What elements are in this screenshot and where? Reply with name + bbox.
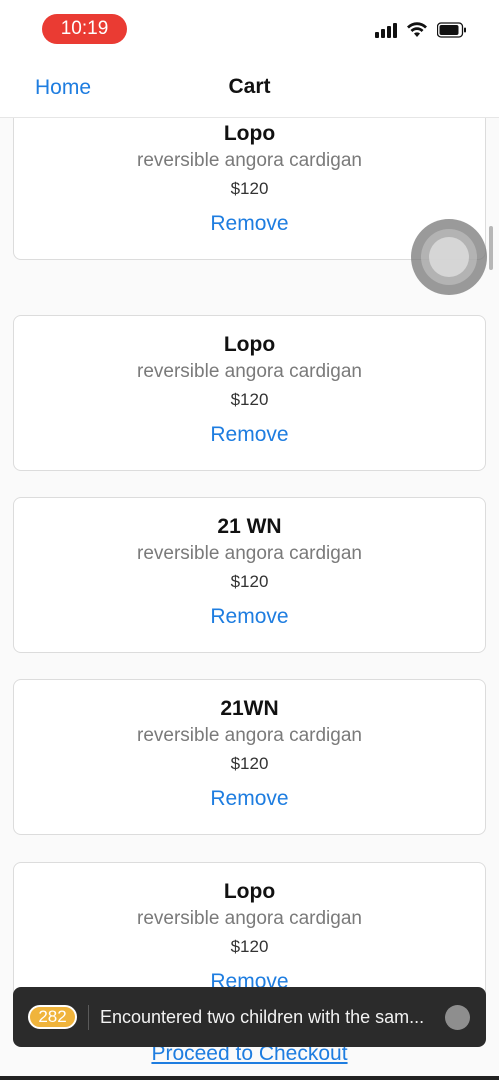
cart-item: 21 WN reversible angora cardigan $120 Re… <box>13 497 486 653</box>
screen: 10:19 Home Cart Lopo reversible angora c… <box>0 0 499 1080</box>
remove-button[interactable]: Remove <box>14 423 485 447</box>
item-price: $120 <box>230 937 269 956</box>
item-description: reversible angora cardigan <box>137 908 362 929</box>
assistive-touch-button[interactable] <box>411 219 487 295</box>
item-brand: Lopo <box>223 880 276 903</box>
item-price: $120 <box>230 390 269 409</box>
item-description: reversible angora cardigan <box>137 150 362 171</box>
status-bar: 10:19 <box>0 0 499 58</box>
warning-count-badge: 282 <box>28 1005 77 1029</box>
warning-toast[interactable]: 282 Encountered two children with the sa… <box>13 987 486 1047</box>
cart-item: Lopo reversible angora cardigan $120 Rem… <box>13 315 486 471</box>
status-time: 10:19 <box>42 14 127 44</box>
status-icons <box>375 22 467 38</box>
item-description: reversible angora cardigan <box>137 725 362 746</box>
item-description: reversible angora cardigan <box>137 543 362 564</box>
remove-button[interactable]: Remove <box>14 605 485 629</box>
remove-button[interactable]: Remove <box>14 212 485 236</box>
page-title: Cart <box>228 75 271 98</box>
toast-message: Encountered two children with the sam... <box>100 1007 425 1027</box>
item-brand: Lopo <box>223 333 276 356</box>
bottom-edge <box>0 1076 499 1080</box>
wifi-icon <box>406 22 428 38</box>
toast-divider <box>88 1005 89 1030</box>
remove-button[interactable]: Remove <box>14 787 485 811</box>
item-price: $120 <box>230 754 269 773</box>
signal-icon <box>375 22 397 38</box>
scrollbar[interactable] <box>489 226 493 270</box>
item-brand: 21 WN <box>217 515 282 538</box>
item-price: $120 <box>230 572 269 591</box>
item-price: $120 <box>230 179 269 198</box>
dismiss-toast-button[interactable] <box>445 1005 470 1030</box>
item-brand: 21WN <box>220 697 279 720</box>
battery-icon <box>437 22 467 38</box>
nav-bar: Home Cart <box>0 58 499 118</box>
cart-item: 21WN reversible angora cardigan $120 Rem… <box>13 679 486 835</box>
item-brand: Lopo <box>223 122 276 145</box>
item-description: reversible angora cardigan <box>137 361 362 382</box>
